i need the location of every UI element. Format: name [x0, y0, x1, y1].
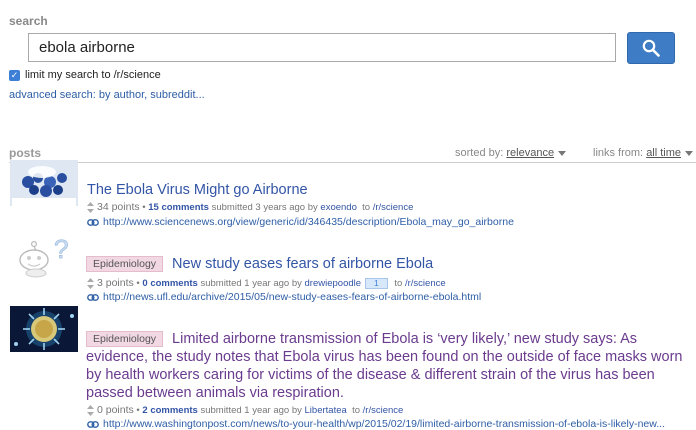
- result-author-link[interactable]: drewiepoodle: [305, 278, 362, 289]
- sort-control[interactable]: sorted by: relevance: [455, 147, 567, 159]
- result-subreddit-link[interactable]: /r/science: [373, 202, 414, 213]
- links-from-label: links from:: [593, 147, 644, 159]
- result-title[interactable]: by health workers caring for victims of …: [86, 366, 694, 384]
- result-submitted-text: submitted 1 year ago by: [200, 405, 302, 416]
- links-from-control[interactable]: links from: all time: [593, 147, 694, 159]
- result-url[interactable]: http://www.sciencenews.org/view/generic/…: [103, 216, 514, 228]
- result-title-line: Epidemiology Limited airborne transmissi…: [86, 330, 694, 348]
- link-icon: [87, 218, 99, 226]
- result-thumbnail-science-news[interactable]: [10, 160, 78, 206]
- result-thumbnail-reddit-alien[interactable]: ?: [10, 228, 78, 280]
- limit-search-label: limit my search to /r/science: [25, 69, 161, 81]
- user-badge: 1: [365, 277, 388, 289]
- result-title[interactable]: evidence, the study notes that Ebola vir…: [86, 348, 694, 366]
- vote-arrows-icon[interactable]: [87, 201, 94, 213]
- result-url[interactable]: http://news.ufl.edu/archive/2015/05/new-…: [103, 291, 481, 303]
- result-submitted-text: submitted 1 year ago by: [200, 278, 302, 289]
- links-from-value[interactable]: all time: [646, 147, 681, 159]
- sorted-by-label: sorted by:: [455, 147, 504, 159]
- result-url-row[interactable]: http://www.sciencenews.org/view/generic/…: [87, 216, 514, 228]
- result-title[interactable]: Limited airborne transmission of Ebola i…: [172, 331, 637, 347]
- result-author-link[interactable]: Libertatea: [305, 405, 347, 416]
- result-to-text: to: [352, 405, 360, 416]
- sort-dropdown-icon[interactable]: [558, 150, 567, 156]
- flair-tag: Epidemiology: [86, 331, 164, 347]
- result-to-text: to: [362, 202, 371, 213]
- result-title[interactable]: The Ebola Virus Might go Airborne: [87, 182, 308, 198]
- result-url[interactable]: http://www.washingtonpost.com/news/to-yo…: [103, 418, 665, 430]
- search-input[interactable]: [28, 33, 616, 62]
- result-comments-link[interactable]: 0 comments: [142, 278, 197, 289]
- result-points: 34 points: [97, 201, 140, 213]
- advanced-search-link[interactable]: advanced search: by author, subreddit...: [9, 89, 205, 101]
- result-to-text: to: [394, 278, 403, 289]
- result-url-row[interactable]: http://www.washingtonpost.com/news/to-yo…: [87, 418, 696, 430]
- search-icon: [642, 39, 660, 57]
- svg-text:?: ?: [54, 234, 68, 264]
- result-comments-link[interactable]: 2 comments: [142, 405, 197, 416]
- limit-search-checkbox[interactable]: ✓: [9, 69, 20, 81]
- result-url-row[interactable]: http://news.ufl.edu/archive/2015/05/new-…: [87, 291, 481, 303]
- vote-arrows-icon[interactable]: [87, 404, 94, 416]
- sorted-by-value[interactable]: relevance: [506, 147, 554, 159]
- result-points: 0 points: [97, 404, 134, 416]
- result-title-block: Epidemiology Limited airborne transmissi…: [86, 330, 694, 402]
- link-icon: [87, 293, 99, 301]
- result-title[interactable]: New study eases fears of airborne Ebola: [172, 256, 433, 272]
- limit-search-row[interactable]: ✓ limit my search to /r/science: [9, 69, 161, 81]
- result-subreddit-link[interactable]: /r/science: [405, 278, 446, 289]
- result-title[interactable]: passed between animals via respiration.: [86, 384, 694, 402]
- result-submitted-text: submitted 3 years ago by: [211, 202, 318, 213]
- result-author-link[interactable]: exoendo: [320, 202, 356, 213]
- links-from-dropdown-icon[interactable]: [685, 150, 694, 156]
- flair-tag: Epidemiology: [86, 256, 164, 272]
- result-meta: 3 points • 0 comments submitted 1 year a…: [87, 277, 446, 289]
- result-title-row: Epidemiology New study eases fears of ai…: [86, 256, 433, 272]
- vote-arrows-icon[interactable]: [87, 277, 94, 289]
- result-comments-link[interactable]: 15 comments: [148, 202, 209, 213]
- search-button[interactable]: [627, 32, 675, 64]
- result-subreddit-link[interactable]: /r/science: [363, 405, 404, 416]
- result-thumbnail-ebola-virus[interactable]: [10, 306, 78, 352]
- link-icon: [87, 420, 99, 428]
- posts-section-label: posts: [9, 146, 42, 160]
- result-points: 3 points: [97, 277, 134, 289]
- search-section-label: search: [9, 14, 48, 28]
- result-meta: 34 points • 15 comments submitted 3 year…: [87, 201, 413, 213]
- result-meta: 0 points • 2 comments submitted 1 year a…: [87, 404, 403, 416]
